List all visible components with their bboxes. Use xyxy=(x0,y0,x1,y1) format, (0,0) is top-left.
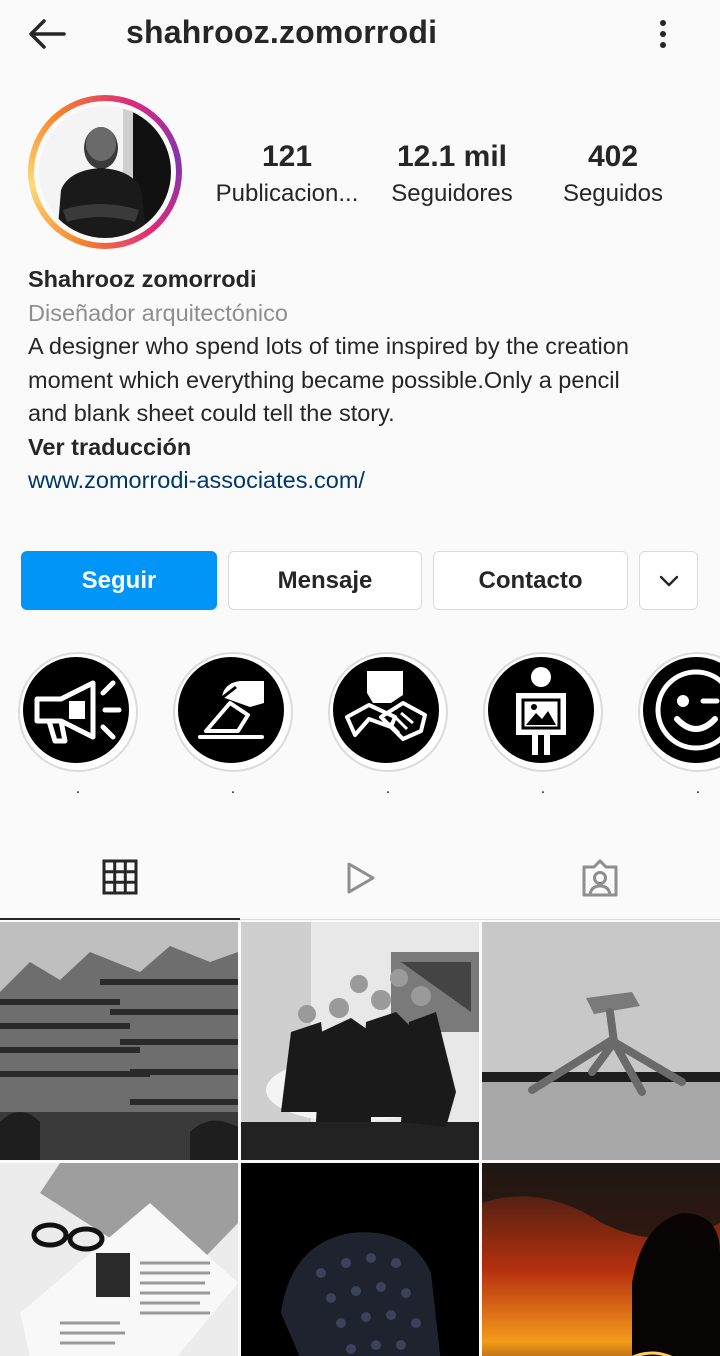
sunset-photo xyxy=(482,1163,720,1356)
story-highlight[interactable]: . xyxy=(638,652,720,802)
profile-category: Diseñador arquitectónico xyxy=(28,299,288,326)
story-highlight[interactable]: . xyxy=(173,652,293,802)
profile-tabs xyxy=(0,836,720,920)
top-bar: shahrooz.zomorrodi xyxy=(0,0,720,68)
arrow-left-icon xyxy=(29,19,66,49)
message-button[interactable]: Mensaje xyxy=(228,551,422,610)
tagged-user-icon xyxy=(582,859,618,897)
building-photo xyxy=(0,922,238,1160)
story-ring[interactable] xyxy=(28,95,182,249)
story-highlight-label: . xyxy=(540,780,546,797)
posts-count-value: 121 xyxy=(261,140,313,173)
megaphone-icon xyxy=(34,680,122,744)
post-thumbnail[interactable] xyxy=(482,1163,720,1356)
post-thumbnail[interactable] xyxy=(0,922,238,1160)
following-count-value: 402 xyxy=(587,140,639,173)
following-count[interactable]: 402 Seguidos xyxy=(548,140,678,208)
tufted-chair-photo xyxy=(241,1163,479,1356)
more-options-button[interactable] xyxy=(648,14,678,54)
ballot-vote-icon xyxy=(198,681,264,739)
story-highlight-label: . xyxy=(695,780,701,797)
story-highlight-label: . xyxy=(230,780,236,797)
post-thumbnail[interactable] xyxy=(482,922,720,1160)
followers-count[interactable]: 12.1 mil Seguidores xyxy=(382,140,522,208)
profile-bio: Shahrooz zomorrodi Diseñador arquitectón… xyxy=(28,263,698,498)
posts-count[interactable]: 121 Publicacion... xyxy=(212,140,362,208)
story-highlight[interactable]: . xyxy=(328,652,448,802)
followers-count-label: Seguidores xyxy=(391,180,513,207)
sculpture-photo xyxy=(482,922,720,1160)
profile-full-name: Shahrooz zomorrodi xyxy=(28,266,257,292)
bio-line: A designer who spend lots of time inspir… xyxy=(28,333,629,359)
posts-count-label: Publicacion... xyxy=(215,180,359,207)
more-vertical-icon xyxy=(660,20,666,48)
following-count-label: Seguidos xyxy=(562,180,664,207)
bio-line: moment which everything became possible.… xyxy=(28,366,620,393)
profile-username: shahrooz.zomorrodi xyxy=(126,14,438,50)
story-highlight[interactable]: . xyxy=(18,652,138,802)
story-highlight-label: . xyxy=(75,780,81,797)
back-button[interactable] xyxy=(24,14,72,54)
tab-reels[interactable] xyxy=(240,836,480,920)
chevron-down-icon xyxy=(659,575,678,586)
post-thumbnail[interactable] xyxy=(241,922,479,1160)
post-thumbnail[interactable] xyxy=(241,1163,479,1356)
team-photo xyxy=(241,922,479,1160)
magazine-photo xyxy=(0,1163,238,1356)
handshake-icon xyxy=(345,671,427,741)
suggested-accounts-button[interactable] xyxy=(639,551,698,610)
tab-tagged[interactable] xyxy=(480,836,720,920)
see-translation-link[interactable]: Ver traducción xyxy=(28,431,698,465)
avatar xyxy=(39,106,171,238)
story-highlight[interactable]: . xyxy=(483,652,603,802)
contact-button[interactable]: Contacto xyxy=(433,551,628,610)
website-link[interactable]: www.zomorrodi-associates.com/ xyxy=(28,464,698,498)
follow-button[interactable]: Seguir xyxy=(21,551,217,610)
grid-icon xyxy=(102,859,138,895)
reels-play-icon xyxy=(347,862,375,894)
person-holding-picture-icon xyxy=(516,667,566,755)
followers-count-value: 12.1 mil xyxy=(396,140,508,173)
bio-line: and blank sheet could tell the story. xyxy=(28,400,395,426)
tab-posts-grid[interactable] xyxy=(0,836,240,920)
story-highlight-label: . xyxy=(385,780,391,797)
post-thumbnail[interactable] xyxy=(0,1163,238,1356)
